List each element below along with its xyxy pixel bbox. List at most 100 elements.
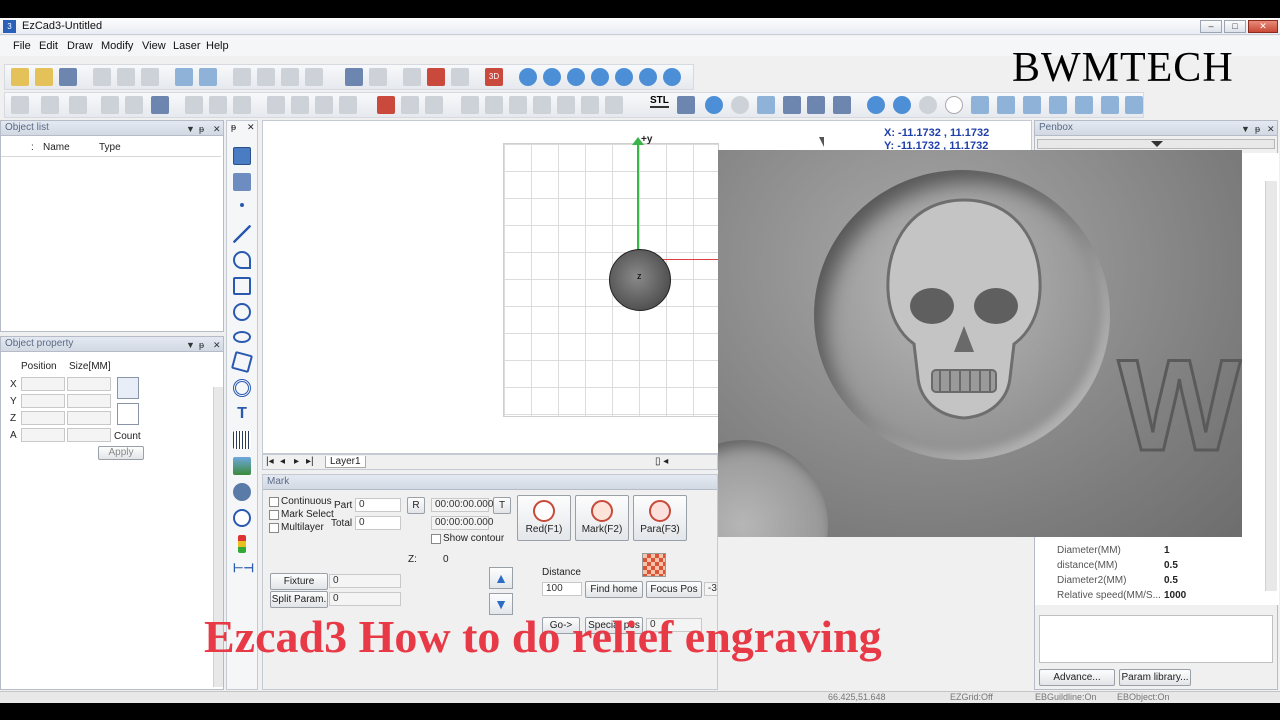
reset-part-button[interactable]: R xyxy=(407,497,425,514)
outline-sphere-icon[interactable] xyxy=(945,96,963,114)
timer-icon[interactable] xyxy=(233,509,251,527)
array-icon[interactable] xyxy=(339,96,357,114)
z-up-arrow-icon[interactable]: ▲ xyxy=(489,567,513,589)
mirror-icon[interactable] xyxy=(267,96,285,114)
toolbar-close-icon[interactable]: ✕ xyxy=(247,122,255,133)
view-iso-icon[interactable] xyxy=(1125,96,1143,114)
lock-ratio-icon[interactable] xyxy=(117,377,139,399)
group-select-icon[interactable] xyxy=(281,68,299,86)
toolbar-pin-icon[interactable]: ᵽ xyxy=(231,122,236,132)
param-value-diameter2[interactable]: 0.5 xyxy=(1164,575,1178,586)
tools-icon[interactable] xyxy=(427,68,445,86)
multi-select-icon[interactable] xyxy=(305,68,323,86)
zoom-icon[interactable] xyxy=(519,68,537,86)
anchor-point-icon[interactable] xyxy=(117,403,139,425)
fixture-offset-button[interactable]: Fixture Offset xyxy=(270,573,328,602)
red-light-button[interactable]: Red(F1) xyxy=(517,495,571,541)
penbox-scrollbar[interactable] xyxy=(1265,181,1277,591)
model-icon[interactable] xyxy=(677,96,695,114)
same-pos-icon[interactable] xyxy=(581,96,599,114)
menu-modify[interactable]: Modify xyxy=(101,40,133,52)
panel-close-icon[interactable]: ✕ xyxy=(213,122,221,136)
apply-button[interactable]: Apply xyxy=(98,446,144,460)
mark-button[interactable]: Mark(F2) xyxy=(575,495,629,541)
pen-icon[interactable] xyxy=(833,96,851,114)
select-box-icon[interactable] xyxy=(233,68,251,86)
show-contour-checkbox[interactable] xyxy=(431,534,441,544)
gray-sphere-icon[interactable] xyxy=(919,96,937,114)
total-count-field[interactable]: 0 xyxy=(355,516,401,530)
same-size-icon[interactable] xyxy=(557,96,575,114)
prev-layer-icon[interactable]: ◂ xyxy=(280,456,285,467)
circle-icon[interactable] xyxy=(233,303,251,321)
zoom-in-icon[interactable] xyxy=(543,68,561,86)
part-count-field[interactable]: 0 xyxy=(355,498,401,512)
view-top-icon[interactable] xyxy=(1075,96,1093,114)
unlock-icon[interactable] xyxy=(125,96,143,114)
line-icon[interactable] xyxy=(233,225,251,243)
zoom-window-icon[interactable] xyxy=(567,68,585,86)
fixture-offset-field[interactable]: 0 xyxy=(329,574,401,588)
size-y-field[interactable] xyxy=(67,394,111,408)
axis-pattern-icon[interactable] xyxy=(642,553,666,577)
spiral-icon[interactable] xyxy=(233,379,251,397)
menu-file[interactable]: File xyxy=(13,40,31,52)
menu-edit[interactable]: Edit xyxy=(39,40,58,52)
tab-layer1[interactable]: Layer1 xyxy=(325,456,366,468)
curve-edit-icon[interactable] xyxy=(41,96,59,114)
curve-icon[interactable] xyxy=(233,251,251,269)
panel-dropdown-icon[interactable]: ▼ xyxy=(186,338,195,352)
lock-icon[interactable] xyxy=(101,96,119,114)
copy-icon[interactable] xyxy=(117,68,135,86)
scroll-splitter-icon[interactable]: ▯ ◂ xyxy=(655,456,668,467)
select-all-icon[interactable] xyxy=(257,68,275,86)
paste-icon[interactable] xyxy=(141,68,159,86)
select-arrow-icon[interactable] xyxy=(233,147,251,165)
input-port-icon[interactable]: ⊢⊣ xyxy=(233,561,254,579)
param-value-diameter[interactable]: 1 xyxy=(1164,545,1170,556)
column-type[interactable]: Type xyxy=(99,142,121,153)
angle-field[interactable] xyxy=(21,428,65,442)
minimize-button[interactable]: – xyxy=(1200,20,1222,33)
node-edit-icon[interactable] xyxy=(11,96,29,114)
continuous-checkbox[interactable] xyxy=(269,497,279,507)
find-home-button[interactable]: Find home xyxy=(585,581,643,598)
barcode-icon[interactable] xyxy=(233,431,251,449)
polygon-icon[interactable] xyxy=(230,350,254,374)
position-z-field[interactable] xyxy=(21,411,65,425)
stl-import-icon[interactable]: STL xyxy=(650,95,669,108)
surface-icon[interactable] xyxy=(757,96,775,114)
align-left-icon[interactable] xyxy=(185,96,203,114)
hide-icon[interactable] xyxy=(425,96,443,114)
zoom-object-icon[interactable] xyxy=(663,68,681,86)
param-library-button[interactable]: Param library... xyxy=(1119,669,1191,686)
add-layer-icon[interactable] xyxy=(345,68,363,86)
same-height-icon[interactable] xyxy=(533,96,551,114)
node-select-icon[interactable] xyxy=(233,173,251,191)
panel-close-icon[interactable]: ✕ xyxy=(213,338,221,352)
next-layer-icon[interactable]: ▸ xyxy=(294,456,299,467)
panel-dropdown-icon[interactable]: ▼ xyxy=(186,122,195,136)
order-icon[interactable] xyxy=(605,96,623,114)
signal-light-icon[interactable] xyxy=(238,535,246,553)
menu-laser[interactable]: Laser xyxy=(173,40,201,52)
param-value-distance[interactable]: 0.5 xyxy=(1164,560,1178,571)
cut-3d-icon[interactable] xyxy=(783,96,801,114)
rotate-icon[interactable] xyxy=(315,96,333,114)
size-z-field[interactable] xyxy=(67,411,111,425)
3d-view-icon[interactable]: 3D xyxy=(485,68,503,86)
panel-close-icon[interactable]: ✕ xyxy=(1267,122,1275,136)
redo-icon[interactable] xyxy=(199,68,217,86)
position-y-field[interactable] xyxy=(21,394,65,408)
wire-sphere-icon[interactable] xyxy=(867,96,885,114)
size-x-field[interactable] xyxy=(67,377,111,391)
grid-icon[interactable] xyxy=(403,68,421,86)
focus-pos-button[interactable]: Focus Pos xyxy=(646,581,702,598)
zoom-fit-icon[interactable] xyxy=(615,68,633,86)
menu-help[interactable]: Help xyxy=(206,40,229,52)
remove-layer-icon[interactable] xyxy=(369,68,387,86)
panel-dropdown-icon[interactable]: ▼ xyxy=(1241,122,1250,136)
align-center-icon[interactable] xyxy=(209,96,227,114)
distance-field[interactable]: 100 xyxy=(542,582,582,596)
view-right-icon[interactable] xyxy=(1049,96,1067,114)
